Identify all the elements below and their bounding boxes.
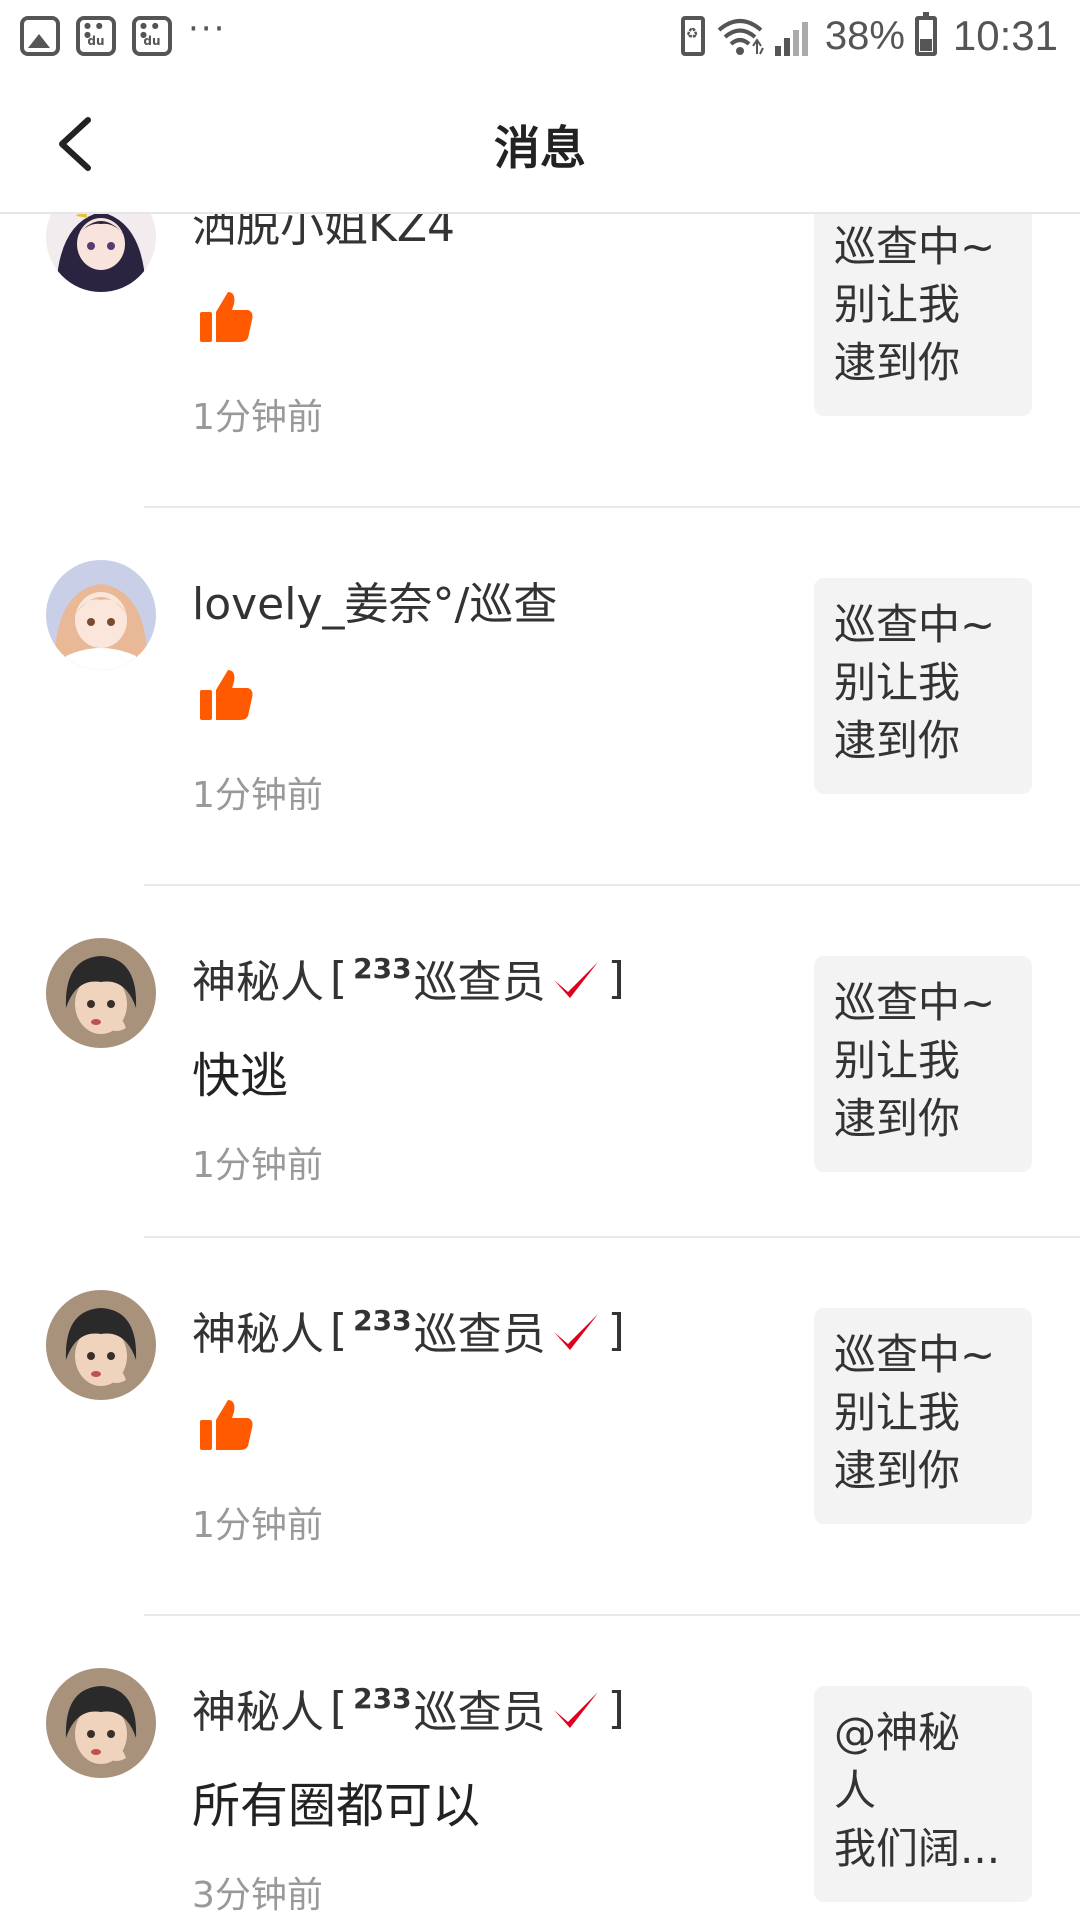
preview-line: 逮到你 (834, 338, 961, 387)
wifi-icon (717, 19, 764, 55)
preview-line: 巡查中~ (834, 978, 996, 1027)
paw-label: du (87, 34, 105, 48)
avatar[interactable] (46, 560, 156, 670)
more-notifications-icon: ··· (188, 9, 227, 49)
status-notifications: du du ··· (20, 9, 226, 58)
badge-number: 233 (353, 1303, 412, 1337)
badge-number: 233 (353, 951, 412, 985)
message-list[interactable]: 洒脱小姐KZ4 1分钟前 巡查中~ 别让我 逮到你 lovely_姜奈°/巡查 (0, 214, 1080, 1920)
message-content: 快逃 (192, 1048, 289, 1104)
list-item[interactable]: 神秘人 [ 233 巡查员 ] 1分钟前 巡查中~ 别让我 逮到你 (0, 1238, 1080, 1616)
app-header: 消息 (0, 72, 1080, 214)
check-mark-icon (553, 962, 598, 998)
post-preview[interactable]: @神秘 人 我们阔... (814, 1686, 1032, 1902)
username-text: 神秘人 (192, 1309, 324, 1360)
badge-bracket-close: ] (607, 1304, 625, 1356)
badge-text: 巡查员 (413, 1309, 546, 1360)
badge-bracket-open: [ (330, 1304, 348, 1356)
timestamp: 1分钟前 (192, 1145, 323, 1186)
post-preview[interactable]: 巡查中~ 别让我 逮到你 (814, 578, 1032, 794)
gallery-icon (20, 16, 60, 56)
preview-line: 巡查中~ (834, 1330, 996, 1379)
baidu-paw-icon: du (132, 16, 172, 56)
badge-number: 233 (353, 1681, 412, 1715)
preview-line: 我们阔... (834, 1824, 1001, 1873)
post-preview[interactable]: 巡查中~ 别让我 逮到你 (814, 1308, 1032, 1524)
clock: 10:31 (952, 12, 1058, 59)
badge-bracket-open: [ (330, 952, 348, 1004)
preview-line: 别让我 (834, 658, 961, 707)
list-item[interactable]: 神秘人 [ 233 巡查员 ] 快逃 1分钟前 巡查中~ 别让我 逮到你 (0, 886, 1080, 1238)
username-text: 神秘人 (192, 957, 324, 1008)
battery-percent: 38% (824, 13, 905, 58)
recycle-icon (680, 16, 705, 56)
preview-line: 别让我 (834, 1388, 961, 1437)
avatar[interactable] (46, 214, 156, 292)
avatar[interactable] (46, 938, 156, 1048)
check-mark-icon (553, 1314, 598, 1350)
list-item[interactable]: lovely_姜奈°/巡查 1分钟前 巡查中~ 别让我 逮到你 (0, 508, 1080, 886)
username-text: 神秘人 (192, 1687, 324, 1738)
avatar[interactable] (46, 1290, 156, 1400)
username-text: 洒脱小姐KZ4 (192, 214, 455, 252)
timestamp: 3分钟前 (192, 1875, 323, 1916)
thumbs-up-icon (200, 292, 253, 342)
username[interactable]: 神秘人 [ 233 巡查员 ] (192, 1298, 631, 1362)
timestamp: 1分钟前 (192, 775, 323, 816)
message-content: 所有圈都可以 (192, 1778, 481, 1834)
post-preview[interactable]: 巡查中~ 别让我 逮到你 (814, 956, 1032, 1172)
preview-line: 人 (834, 1766, 877, 1815)
battery-icon (914, 12, 937, 56)
status-bar: du du ··· 38% 10:31 (0, 0, 1080, 72)
timestamp: 1分钟前 (192, 1505, 323, 1546)
avatar[interactable] (46, 1668, 156, 1778)
username[interactable]: 洒脱小姐KZ4 (192, 214, 455, 254)
username[interactable]: 神秘人 [ 233 巡查员 ] (192, 946, 631, 1010)
timestamp: 1分钟前 (192, 397, 323, 438)
preview-line: 巡查中~ (834, 222, 996, 271)
preview-line: 逮到你 (834, 1446, 961, 1495)
preview-line: 别让我 (834, 1036, 961, 1085)
preview-line: 别让我 (834, 280, 961, 329)
paw-label: du (143, 34, 161, 48)
username[interactable]: lovely_姜奈°/巡查 (192, 568, 557, 632)
badge-bracket-close: ] (607, 1682, 625, 1734)
username[interactable]: 神秘人 [ 233 巡查员 ] (192, 1676, 631, 1740)
preview-line: 巡查中~ (834, 600, 996, 649)
badge-bracket-open: [ (330, 1682, 348, 1734)
list-item[interactable]: 洒脱小姐KZ4 1分钟前 巡查中~ 别让我 逮到你 (0, 214, 1080, 508)
list-item[interactable]: 神秘人 [ 233 巡查员 ] 所有圈都可以 3分钟前 @神秘 人 我们阔... (0, 1616, 1080, 1920)
signal-icon (774, 16, 815, 56)
baidu-paw-icon: du (76, 16, 116, 56)
preview-line: @神秘 (834, 1708, 961, 1757)
preview-line: 逮到你 (834, 716, 961, 765)
preview-line: 逮到你 (834, 1094, 961, 1143)
thumbs-up-icon (200, 1400, 253, 1450)
badge-text: 巡查员 (413, 1687, 546, 1738)
thumbs-up-icon (200, 670, 253, 720)
badge-bracket-close: ] (607, 952, 625, 1004)
username-text: lovely_姜奈°/巡查 (192, 579, 558, 630)
page-title: 消息 (494, 121, 586, 175)
status-system: 38% 10:31 (680, 12, 1058, 60)
post-preview[interactable]: 巡查中~ 别让我 逮到你 (814, 214, 1032, 416)
check-mark-icon (553, 1692, 598, 1728)
badge-text: 巡查员 (413, 957, 546, 1008)
